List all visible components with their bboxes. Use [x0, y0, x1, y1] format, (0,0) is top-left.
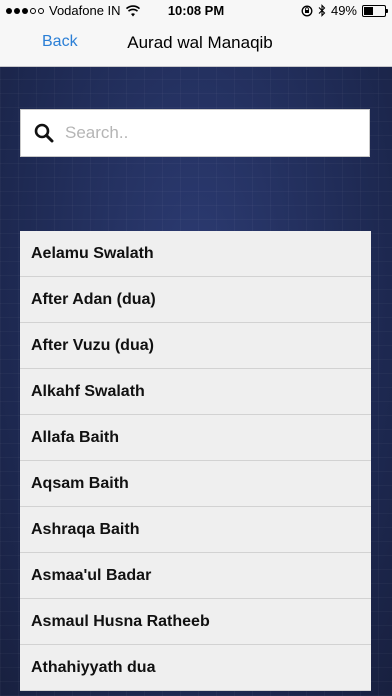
- list-item[interactable]: Allafa Baith: [20, 415, 371, 461]
- list-item[interactable]: Aelamu Swalath: [20, 231, 371, 277]
- list-item[interactable]: After Adan (dua): [20, 277, 371, 323]
- list-item[interactable]: Alkahf Swalath: [20, 369, 371, 415]
- list-item[interactable]: Asmaul Husna Ratheeb: [20, 599, 371, 645]
- status-right: 49%: [301, 3, 388, 18]
- list-item[interactable]: Asmaa'ul Badar: [20, 553, 371, 599]
- navigation-bar: Back Aurad wal Manaqib: [0, 22, 392, 67]
- status-bar: Vodafone IN 10:08 PM 49%: [0, 0, 392, 22]
- battery-level: [364, 6, 373, 15]
- page-title: Aurad wal Manaqib: [127, 33, 273, 52]
- item-list: Aelamu Swalath After Adan (dua) After Vuzu…: [20, 231, 371, 691]
- search-bar[interactable]: [20, 109, 370, 157]
- rotation-lock-icon: [301, 5, 313, 16]
- list-item[interactable]: After Vuzu (dua): [20, 323, 371, 369]
- list-item[interactable]: Athahiyyath dua: [20, 645, 371, 691]
- list-item[interactable]: Ashraqa Baith: [20, 507, 371, 553]
- bluetooth-icon: [318, 4, 326, 17]
- search-input[interactable]: [63, 122, 347, 144]
- list-item[interactable]: Aqsam Baith: [20, 461, 371, 507]
- battery-icon: [362, 4, 388, 17]
- battery-percent: 49%: [330, 3, 357, 18]
- search-icon: [34, 123, 54, 143]
